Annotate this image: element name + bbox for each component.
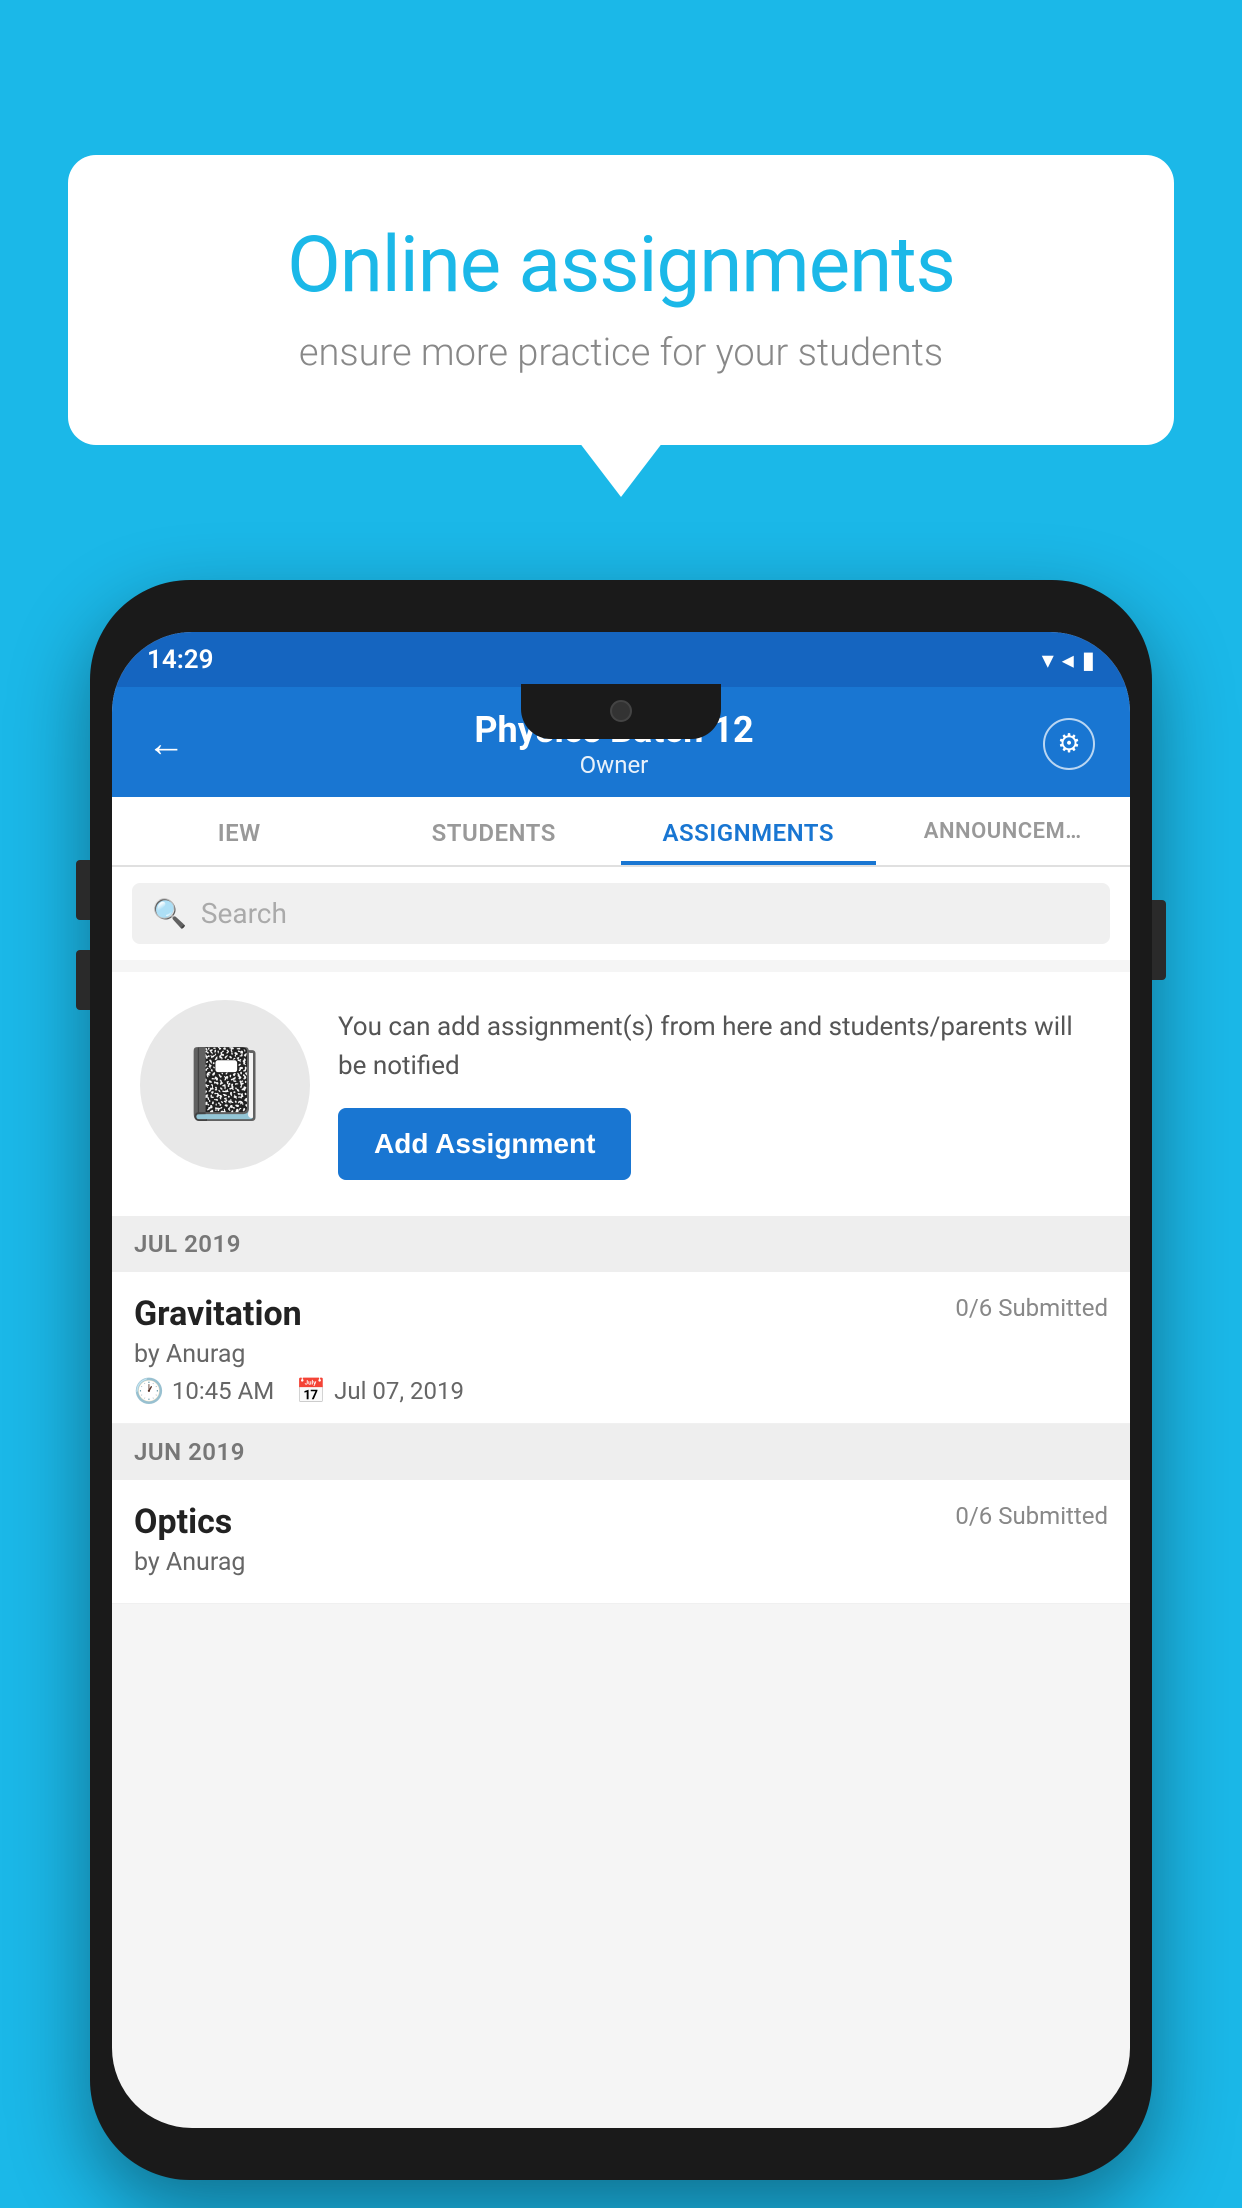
section-label-jul: JUL 2019 <box>134 1230 241 1258</box>
camera <box>610 700 632 722</box>
info-text-block: You can add assignment(s) from here and … <box>338 1000 1102 1180</box>
info-icon-circle: 📓 <box>140 1000 310 1170</box>
assignment-submitted-gravitation: 0/6 Submitted <box>955 1294 1108 1322</box>
phone-notch <box>521 684 721 739</box>
info-description: You can add assignment(s) from here and … <box>338 1008 1102 1086</box>
main-subtitle: ensure more practice for your students <box>148 331 1094 375</box>
assignment-meta-gravitation: 🕐 10:45 AM 📅 Jul 07, 2019 <box>134 1377 1108 1405</box>
calendar-icon: 📅 <box>296 1377 326 1405</box>
info-card: 📓 You can add assignment(s) from here an… <box>112 972 1130 1216</box>
meta-time: 🕐 10:45 AM <box>134 1377 274 1405</box>
assignment-title-gravitation: Gravitation <box>134 1294 302 1334</box>
assignment-author-gravitation: by Anurag <box>134 1340 1108 1369</box>
signal-icon: ◂ <box>1062 646 1074 674</box>
speech-bubble: Online assignments ensure more practice … <box>68 155 1174 445</box>
phone-screen: 14:29 ▾ ◂ ▮ ← Physics Batch 12 Owner ⚙ <box>112 632 1130 2128</box>
assignment-item-gravitation[interactable]: Gravitation 0/6 Submitted by Anurag 🕐 10… <box>112 1272 1130 1424</box>
power-btn[interactable] <box>1152 900 1166 980</box>
section-header-jul: JUL 2019 <box>112 1216 1130 1272</box>
search-bar[interactable]: 🔍 Search <box>132 883 1110 944</box>
status-bar: 14:29 ▾ ◂ ▮ <box>112 632 1130 687</box>
tab-students[interactable]: STUDENTS <box>367 797 622 865</box>
meta-date: 📅 Jul 07, 2019 <box>296 1377 464 1405</box>
assignment-time: 10:45 AM <box>172 1377 274 1405</box>
section-label-jun: JUN 2019 <box>134 1438 245 1466</box>
clock-icon: 🕐 <box>134 1377 164 1405</box>
assignment-top-optics: Optics 0/6 Submitted <box>134 1502 1108 1542</box>
assignment-author-optics: by Anurag <box>134 1548 1108 1577</box>
assignment-date: Jul 07, 2019 <box>334 1377 464 1405</box>
assignment-item-optics[interactable]: Optics 0/6 Submitted by Anurag <box>112 1480 1130 1604</box>
add-assignment-button[interactable]: Add Assignment <box>338 1108 631 1180</box>
header-subtitle: Owner <box>474 751 753 779</box>
tabs-bar: IEW STUDENTS ASSIGNMENTS ANNOUNCEM… <box>112 797 1130 867</box>
gear-icon: ⚙ <box>1057 729 1080 759</box>
status-icons: ▾ ◂ ▮ <box>1042 646 1095 674</box>
assignment-submitted-optics: 0/6 Submitted <box>955 1502 1108 1530</box>
tab-assignments[interactable]: ASSIGNMENTS <box>621 797 876 865</box>
tab-announcements[interactable]: ANNOUNCEM… <box>876 797 1131 865</box>
search-placeholder: Search <box>201 897 287 930</box>
assignment-top: Gravitation 0/6 Submitted <box>134 1294 1108 1334</box>
speech-bubble-container: Online assignments ensure more practice … <box>68 155 1174 445</box>
vol-up-btn[interactable] <box>76 860 90 920</box>
main-title: Online assignments <box>148 220 1094 311</box>
notebook-icon: 📓 <box>181 1044 268 1126</box>
back-button[interactable]: ← <box>147 722 185 766</box>
status-time: 14:29 <box>147 645 214 675</box>
phone-frame: 14:29 ▾ ◂ ▮ ← Physics Batch 12 Owner ⚙ <box>90 580 1152 2180</box>
settings-button[interactable]: ⚙ <box>1043 718 1095 770</box>
wifi-icon: ▾ <box>1042 646 1054 674</box>
section-header-jun: JUN 2019 <box>112 1424 1130 1480</box>
battery-icon: ▮ <box>1082 646 1095 674</box>
vol-down-btn[interactable] <box>76 950 90 1010</box>
tab-iew[interactable]: IEW <box>112 797 367 865</box>
assignment-title-optics: Optics <box>134 1502 232 1542</box>
search-bar-container: 🔍 Search <box>112 867 1130 960</box>
search-icon: 🔍 <box>152 897 187 930</box>
